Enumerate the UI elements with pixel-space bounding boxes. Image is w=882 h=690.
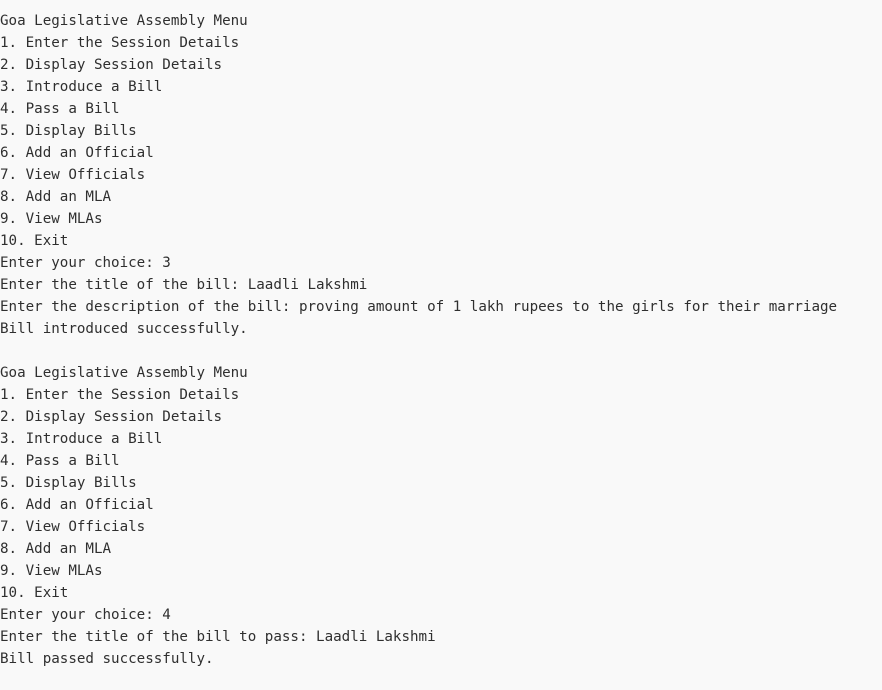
menu-option-1: 1. Enter the Session Details [0, 387, 240, 403]
menu-option-5: 5. Display Bills [0, 123, 137, 139]
session-block-1: Goa Legislative Assembly Menu 1. Enter t… [0, 10, 882, 340]
session-block-2: Goa Legislative Assembly Menu 1. Enter t… [0, 362, 882, 670]
menu-option-1: 1. Enter the Session Details [0, 35, 240, 51]
menu-option-10: 10. Exit [0, 585, 69, 601]
pass-bill-title-prompt: Enter the title of the bill to pass: Laa… [0, 629, 436, 645]
status-message: Bill introduced successfully. [0, 321, 248, 337]
menu-option-3: 3. Introduce a Bill [0, 79, 163, 95]
menu-option-3: 3. Introduce a Bill [0, 431, 163, 447]
menu-option-4: 4. Pass a Bill [0, 101, 120, 117]
menu-option-7: 7. View Officials [0, 167, 146, 183]
choice-prompt: Enter your choice: 3 [0, 255, 171, 271]
menu-option-5: 5. Display Bills [0, 475, 137, 491]
menu-option-10: 10. Exit [0, 233, 69, 249]
menu-option-9: 9. View MLAs [0, 211, 103, 227]
menu-option-7: 7. View Officials [0, 519, 146, 535]
menu-option-4: 4. Pass a Bill [0, 453, 120, 469]
menu-option-6: 6. Add an Official [0, 497, 154, 513]
bill-title-prompt: Enter the title of the bill: Laadli Laks… [0, 277, 368, 293]
menu-title: Goa Legislative Assembly Menu [0, 13, 248, 29]
menu-option-2: 2. Display Session Details [0, 409, 223, 425]
menu-option-8: 8. Add an MLA [0, 189, 112, 205]
menu-title: Goa Legislative Assembly Menu [0, 365, 248, 381]
menu-option-2: 2. Display Session Details [0, 57, 223, 73]
menu-option-9: 9. View MLAs [0, 563, 103, 579]
console-output: Goa Legislative Assembly Menu 1. Enter t… [0, 10, 882, 670]
menu-option-8: 8. Add an MLA [0, 541, 112, 557]
bill-description-prompt: Enter the description of the bill: provi… [0, 299, 838, 315]
menu-option-6: 6. Add an Official [0, 145, 154, 161]
status-message: Bill passed successfully. [0, 651, 214, 667]
choice-prompt: Enter your choice: 4 [0, 607, 171, 623]
